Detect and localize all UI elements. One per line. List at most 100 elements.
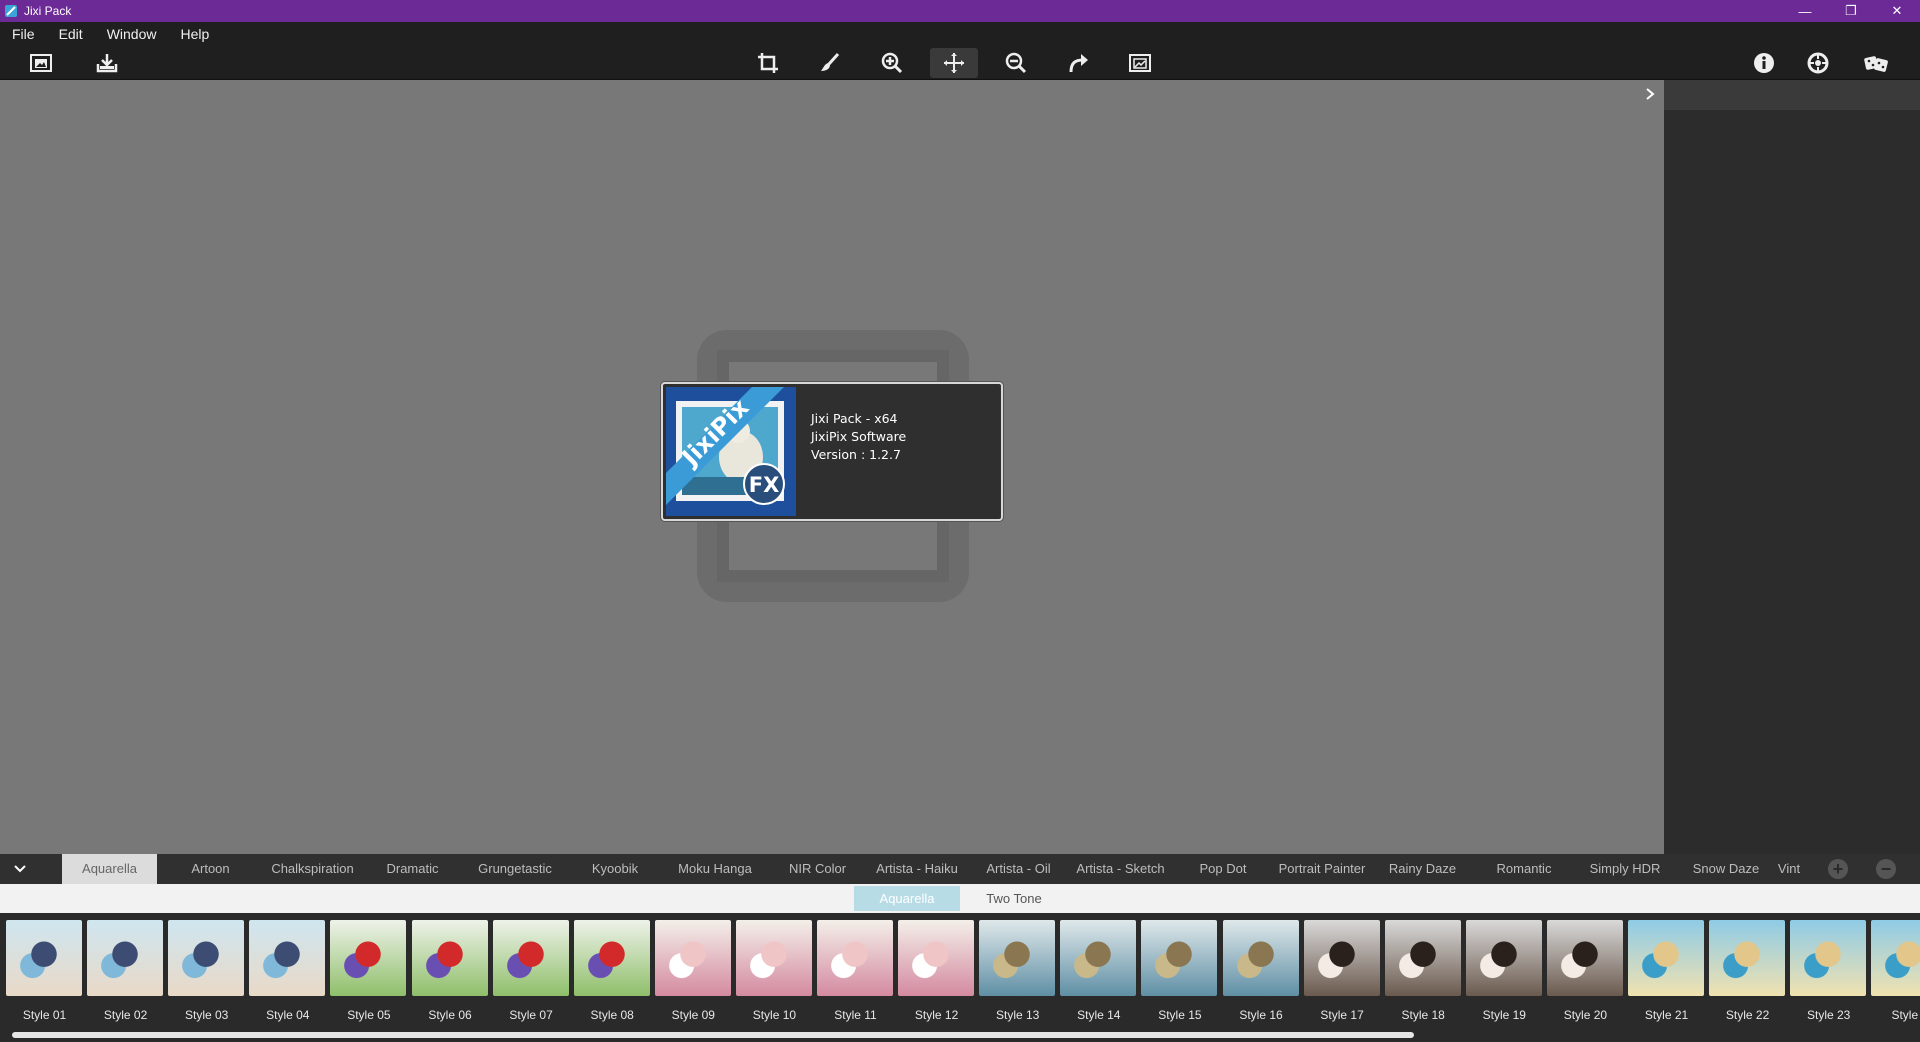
category-tab-artoon[interactable]: Artoon [168, 854, 253, 884]
category-tab-vint[interactable]: Vint [1774, 854, 1804, 884]
info-icon [1754, 53, 1774, 73]
style-strip-scrollbar[interactable] [12, 1032, 1414, 1038]
style-thumbnail[interactable]: Style 12 [896, 918, 975, 1023]
open-image-icon [30, 54, 52, 72]
app-window: Jixi Pack — ❐ ✕ File Edit Window Help Ji… [0, 0, 1920, 1042]
style-thumbnail[interactable]: Style 03 [166, 918, 245, 1023]
menu-help[interactable]: Help [168, 22, 221, 46]
style-preview-image [1384, 920, 1461, 996]
style-label: Style 13 [996, 1008, 1040, 1022]
category-tab-grungetastic[interactable]: Grungetastic [465, 854, 565, 884]
zoom-in-button[interactable] [868, 48, 916, 78]
menu-window[interactable]: Window [95, 22, 169, 46]
brush-button[interactable] [806, 48, 854, 78]
style-thumbnail[interactable]: Style 02 [85, 918, 164, 1023]
style-thumbnail[interactable]: Style 18 [1383, 918, 1461, 1023]
settings-button[interactable] [1794, 48, 1842, 78]
menu-edit[interactable]: Edit [47, 22, 95, 46]
category-tab-moku-hanga[interactable]: Moku Hanga [660, 854, 770, 884]
toolbar [0, 46, 1920, 80]
style-thumbnail[interactable]: Style 14 [1058, 918, 1137, 1023]
style-thumbnail[interactable]: Style 13 [977, 918, 1056, 1023]
category-tab-artista-oil[interactable]: Artista - Oil [972, 854, 1065, 884]
remove-category-button[interactable]: − [1876, 859, 1896, 879]
info-button[interactable] [1740, 48, 1788, 78]
subtab-two-tone[interactable]: Two Tone [960, 886, 1068, 911]
style-thumbnail[interactable]: Style 09 [653, 918, 731, 1023]
style-thumbnail[interactable]: Style 15 [1139, 918, 1218, 1023]
style-thumbnail[interactable]: Style 01 [4, 918, 82, 1023]
zoom-in-icon [881, 52, 903, 74]
restore-button[interactable]: ❐ [1828, 0, 1874, 22]
category-tab-aquarella[interactable]: Aquarella [62, 854, 157, 884]
style-thumbnail[interactable]: Style 16 [1221, 918, 1299, 1023]
category-tab-chalkspiration[interactable]: Chalkspiration [260, 854, 365, 884]
subtab-aquarella[interactable]: Aquarella [854, 886, 960, 911]
category-tab-artista-haiku[interactable]: Artista - Haiku [867, 854, 967, 884]
crop-button[interactable] [744, 48, 792, 78]
style-thumbnail[interactable]: Style 2 [1869, 918, 1920, 1023]
style-label: Style 07 [509, 1008, 553, 1022]
style-thumbnail[interactable]: Style 20 [1545, 918, 1623, 1023]
save-icon [96, 54, 118, 73]
category-tab-kyoobik[interactable]: Kyoobik [575, 854, 655, 884]
close-button[interactable]: ✕ [1874, 0, 1920, 22]
style-label: Style 01 [22, 1008, 67, 1022]
style-label: Style 22 [1725, 1008, 1770, 1022]
subtab-bar: Aquarella Two Tone [0, 884, 1920, 913]
style-label: Style 14 [1077, 1008, 1121, 1022]
style-thumbnail[interactable]: Style 04 [247, 918, 326, 1023]
title-bar[interactable]: Jixi Pack — ❐ ✕ [0, 0, 1920, 22]
category-tab-rainy-daze[interactable]: Rainy Daze [1380, 854, 1465, 884]
style-preview-image [168, 920, 245, 996]
menu-file[interactable]: File [0, 22, 47, 46]
style-thumbnail[interactable]: Style 10 [734, 918, 812, 1023]
panel-toggle-button[interactable] [1640, 84, 1660, 104]
category-tab-artista-sketch[interactable]: Artista - Sketch [1068, 854, 1173, 884]
category-tab-nir-color[interactable]: NIR Color [775, 854, 860, 884]
minimize-button[interactable]: — [1782, 0, 1828, 22]
pan-icon [944, 53, 964, 73]
minimize-icon: — [1798, 3, 1812, 19]
style-thumbnail[interactable]: Style 06 [410, 918, 488, 1023]
random-dice-button[interactable] [1852, 48, 1900, 78]
style-thumbnail[interactable]: Style 07 [491, 918, 569, 1023]
category-tab-pop-dot[interactable]: Pop Dot [1183, 854, 1263, 884]
category-tab-simply-hdr[interactable]: Simply HDR [1574, 854, 1676, 884]
style-preview-image [1546, 920, 1623, 996]
collapse-strip-button[interactable] [0, 854, 40, 884]
zoom-out-button[interactable] [992, 48, 1040, 78]
redo-button[interactable] [1054, 48, 1102, 78]
style-thumbnail[interactable]: Style 05 [328, 918, 407, 1023]
about-dialog[interactable]: JixiPix FX Jixi Pack - x64 JixiPix Softw… [661, 382, 1003, 521]
add-category-button[interactable]: + [1828, 859, 1848, 879]
category-tab-dramatic[interactable]: Dramatic [370, 854, 455, 884]
style-thumbnail[interactable]: Style 23 [1788, 918, 1867, 1023]
style-thumbnail[interactable]: Style 22 [1707, 918, 1786, 1023]
style-preview-image [898, 920, 975, 996]
close-icon: ✕ [1891, 3, 1903, 18]
logo-badge: FX [749, 473, 780, 497]
style-preview-image [1628, 920, 1704, 996]
open-image-button[interactable] [17, 48, 65, 78]
settings-icon [1807, 52, 1829, 74]
category-tab-romantic[interactable]: Romantic [1476, 854, 1572, 884]
about-version: Version : 1.2.7 [811, 447, 901, 462]
style-preview-image [979, 920, 1056, 996]
category-tab-portrait-painter[interactable]: Portrait Painter [1268, 854, 1376, 884]
style-thumbnail[interactable]: Style 19 [1464, 918, 1542, 1023]
category-tab-snow-daze[interactable]: Snow Daze [1680, 854, 1772, 884]
pan-button[interactable] [930, 48, 978, 78]
style-label: Style 16 [1239, 1008, 1283, 1022]
fit-image-button[interactable] [1116, 48, 1164, 78]
style-thumbnail[interactable]: Style 17 [1302, 918, 1380, 1023]
style-preview-image [492, 920, 569, 996]
style-thumbnail[interactable]: Style 11 [815, 918, 893, 1023]
app-logo-icon [5, 5, 17, 17]
about-info: Jixi Pack - x64 JixiPix Software Version… [811, 410, 906, 464]
save-button[interactable] [83, 48, 131, 78]
style-thumbnail[interactable]: Style 08 [572, 918, 650, 1023]
menu-bar: File Edit Window Help [0, 22, 1920, 46]
style-thumbnail[interactable]: Style 21 [1626, 918, 1704, 1023]
style-preview-image [330, 920, 407, 996]
